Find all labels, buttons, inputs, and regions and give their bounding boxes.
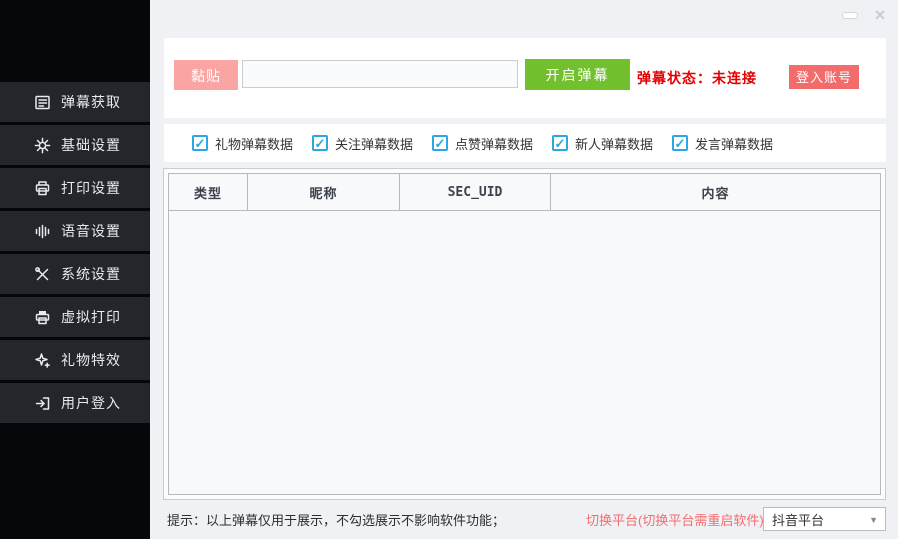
crossed-tools-icon	[34, 266, 51, 283]
column-header-content: 内容	[551, 174, 880, 210]
danmaku-list-icon	[34, 94, 51, 111]
check-glyph: ✓	[555, 137, 566, 150]
check-glyph: ✓	[675, 137, 686, 150]
sidebar: 弹幕获取 基础设置 打印设置 语音设置 系统设置	[0, 0, 150, 539]
printer-icon	[34, 180, 51, 197]
filter-label: 点赞弹幕数据	[455, 134, 533, 153]
checkbox-checked-icon[interactable]: ✓	[312, 135, 328, 151]
sidebar-item-label: 弹幕获取	[61, 92, 121, 112]
status-label: 弹幕状态：	[637, 68, 712, 88]
user-login-icon	[34, 395, 51, 412]
sidebar-nav: 弹幕获取 基础设置 打印设置 语音设置 系统设置	[0, 82, 150, 426]
sidebar-item-voice-settings[interactable]: 语音设置	[0, 211, 150, 251]
sidebar-item-system-settings[interactable]: 系统设置	[0, 254, 150, 294]
filter-label: 礼物弹幕数据	[215, 134, 293, 153]
filter-like[interactable]: ✓ 点赞弹幕数据	[432, 124, 533, 162]
start-danmaku-button[interactable]: 开启弹幕	[525, 59, 630, 90]
sidebar-item-virtual-print[interactable]: 虚拟打印	[0, 297, 150, 337]
filter-panel: ✓ 礼物弹幕数据 ✓ 关注弹幕数据 ✓ 点赞弹幕数据 ✓ 新人弹幕数据 ✓ 发言…	[164, 124, 886, 162]
virtual-printer-icon	[34, 309, 51, 326]
main-area: × 黏贴 开启弹幕 弹幕状态： 未连接 登入账号 ✓ 礼物弹幕数据 ✓ 关注弹幕…	[150, 0, 898, 539]
checkbox-checked-icon[interactable]: ✓	[192, 135, 208, 151]
checkbox-checked-icon[interactable]: ✓	[552, 135, 568, 151]
sidebar-item-print-settings[interactable]: 打印设置	[0, 168, 150, 208]
platform-select[interactable]: 抖音平台 ▼	[763, 507, 886, 531]
check-glyph: ✓	[435, 137, 446, 150]
danmaku-table: 类型 昵称 SEC_UID 内容	[168, 173, 881, 495]
filter-label: 关注弹幕数据	[335, 134, 413, 153]
login-account-button[interactable]: 登入账号	[789, 65, 859, 89]
filter-label: 发言弹幕数据	[695, 134, 773, 153]
sidebar-item-user-login[interactable]: 用户登入	[0, 383, 150, 423]
sidebar-item-label: 礼物特效	[61, 350, 121, 370]
filter-chat[interactable]: ✓ 发言弹幕数据	[672, 124, 773, 162]
close-icon: ×	[875, 5, 886, 25]
hint-text: 提示：以上弹幕仅用于展示，不勾选展示不影响软件功能；	[167, 500, 505, 539]
paste-button[interactable]: 黏贴	[174, 60, 238, 90]
check-glyph: ✓	[195, 137, 206, 150]
danmaku-table-frame: 类型 昵称 SEC_UID 内容	[163, 168, 886, 500]
status-value: 未连接	[712, 68, 757, 88]
room-url-input[interactable]	[242, 60, 518, 88]
minimize-icon	[842, 12, 858, 19]
danmaku-status: 弹幕状态： 未连接	[637, 38, 757, 118]
column-header-nickname: 昵称	[248, 174, 400, 210]
table-header-row: 类型 昵称 SEC_UID 内容	[169, 174, 880, 211]
sidebar-item-label: 语音设置	[61, 221, 121, 241]
footer-bar: 提示：以上弹幕仅用于展示，不勾选展示不影响软件功能； 切换平台(切换平台需重启软…	[150, 500, 898, 539]
sidebar-item-label: 基础设置	[61, 135, 121, 155]
toolbar-panel: 黏贴 开启弹幕 弹幕状态： 未连接 登入账号	[164, 38, 886, 118]
sidebar-item-basic-settings[interactable]: 基础设置	[0, 125, 150, 165]
sidebar-item-label: 打印设置	[61, 178, 121, 198]
table-body-empty	[169, 211, 880, 494]
minimize-button[interactable]	[842, 5, 858, 25]
sidebar-item-gift-effects[interactable]: 礼物特效	[0, 340, 150, 380]
close-button[interactable]: ×	[871, 5, 889, 25]
voice-waveform-icon	[34, 223, 51, 240]
chevron-down-icon: ▼	[869, 515, 878, 525]
gear-icon	[34, 137, 51, 154]
filter-gift[interactable]: ✓ 礼物弹幕数据	[192, 124, 293, 162]
filter-follow[interactable]: ✓ 关注弹幕数据	[312, 124, 413, 162]
sidebar-item-label: 虚拟打印	[61, 307, 121, 327]
filter-newcomer[interactable]: ✓ 新人弹幕数据	[552, 124, 653, 162]
checkbox-checked-icon[interactable]: ✓	[432, 135, 448, 151]
platform-select-value: 抖音平台	[772, 510, 824, 529]
column-header-type: 类型	[169, 174, 248, 210]
sidebar-item-label: 用户登入	[61, 393, 121, 413]
column-header-sec-uid: SEC_UID	[400, 174, 551, 210]
checkbox-checked-icon[interactable]: ✓	[672, 135, 688, 151]
sidebar-item-danmaku-capture[interactable]: 弹幕获取	[0, 82, 150, 122]
gift-sparkle-icon	[34, 352, 51, 369]
filter-label: 新人弹幕数据	[575, 134, 653, 153]
switch-platform-link[interactable]: 切换平台(切换平台需重启软件)	[586, 500, 764, 539]
sidebar-item-label: 系统设置	[61, 264, 121, 284]
app-window: { "window": { "controls": { "minimize": …	[0, 0, 898, 539]
window-controls: ×	[842, 5, 889, 25]
check-glyph: ✓	[315, 137, 326, 150]
